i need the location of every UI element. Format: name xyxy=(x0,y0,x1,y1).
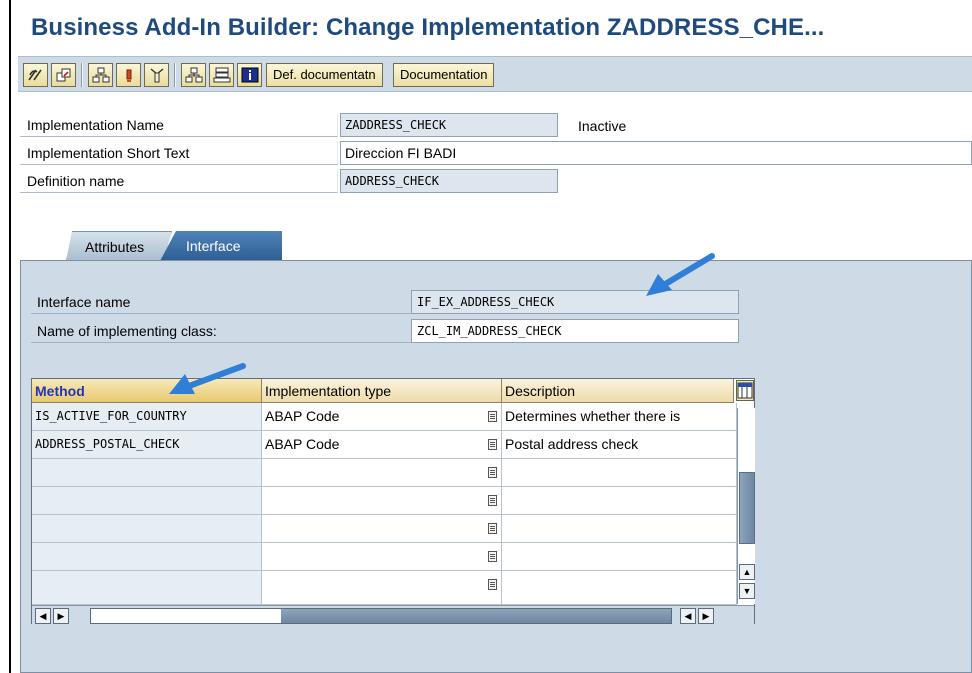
table-row-implementation-type[interactable] xyxy=(262,515,502,543)
tab-attributes[interactable]: Attributes xyxy=(66,231,172,261)
table-row-description[interactable]: Postal address check xyxy=(502,431,737,459)
scroll-left-icon[interactable]: ▶ xyxy=(53,608,69,624)
display-change-toggle-icon[interactable] xyxy=(23,63,48,87)
table-horizontal-scrollbar[interactable]: ◀ ▶ ◀ ▶ xyxy=(32,605,754,624)
hierarchy-icon[interactable] xyxy=(88,63,113,87)
table-row-implementation-type[interactable] xyxy=(262,459,502,487)
window-title: Business Add-In Builder: Change Implemen… xyxy=(31,14,825,41)
definition-name-row: Definition name ADDRESS_CHECK xyxy=(20,169,972,193)
table-row-description[interactable] xyxy=(502,515,737,543)
table-row-method[interactable]: IS_ACTIVE_FOR_COUNTRY xyxy=(32,403,262,431)
implementation-type-value: ABAP Code xyxy=(265,436,340,452)
implementing-class-field[interactable]: ZCL_IM_ADDRESS_CHECK xyxy=(411,319,739,343)
value-help-icon[interactable] xyxy=(488,495,497,506)
interface-name-label: Interface name xyxy=(31,290,411,314)
table-row-method[interactable]: ADDRESS_POSTAL_CHECK xyxy=(32,431,262,459)
value-help-icon[interactable] xyxy=(488,579,497,590)
scroll-up-icon[interactable]: ▲ xyxy=(739,564,755,580)
implementation-name-field[interactable]: ZADDRESS_CHECK xyxy=(340,113,558,137)
table-row-description[interactable] xyxy=(502,571,737,605)
table-layout-icon[interactable] xyxy=(736,380,754,401)
scroll-last-icon[interactable]: ▶ xyxy=(698,608,714,624)
implementation-name-row: Implementation Name ZADDRESS_CHECK Inact… xyxy=(20,113,972,137)
table-row-description[interactable] xyxy=(502,459,737,487)
scroll-right-icon[interactable]: ◀ xyxy=(680,608,696,624)
horizontal-scroll-thumb[interactable] xyxy=(281,609,671,623)
table-row-method[interactable] xyxy=(32,571,262,605)
deactivate-icon[interactable] xyxy=(144,63,169,87)
value-help-icon[interactable] xyxy=(488,439,497,450)
table-row-description[interactable] xyxy=(502,543,737,571)
implementation-status: Inactive xyxy=(578,118,627,134)
short-text-field[interactable]: Direccion FI BADI xyxy=(340,141,972,165)
where-used-icon[interactable] xyxy=(209,63,234,87)
table-row-implementation-type[interactable] xyxy=(262,571,502,605)
other-object-icon[interactable] xyxy=(51,63,76,87)
title-bar: Business Add-In Builder: Change Implemen… xyxy=(15,0,972,54)
value-help-icon[interactable] xyxy=(488,551,497,562)
value-help-icon[interactable] xyxy=(488,523,497,534)
application-toolbar: Def. documentatn Documentation xyxy=(18,56,972,92)
table-row-description[interactable]: Determines whether there is xyxy=(502,403,737,431)
table-row-description[interactable] xyxy=(502,487,737,515)
def-documentation-button[interactable]: Def. documentatn xyxy=(266,63,383,87)
object-list-icon[interactable] xyxy=(181,63,206,87)
table-row-method[interactable] xyxy=(32,459,262,487)
methods-table: Method Implementation type Description I… xyxy=(31,378,755,624)
table-row-implementation-type[interactable] xyxy=(262,543,502,571)
column-header-method[interactable]: Method xyxy=(32,379,262,403)
table-row-implementation-type[interactable] xyxy=(262,487,502,515)
table-row-method[interactable] xyxy=(32,487,262,515)
table-row-implementation-type[interactable]: ABAP Code xyxy=(262,403,502,431)
implementation-type-value: ABAP Code xyxy=(265,408,340,424)
table-row-method[interactable] xyxy=(32,543,262,571)
activate-icon[interactable] xyxy=(116,63,141,87)
scroll-down-icon[interactable]: ▼ xyxy=(739,583,755,599)
column-header-implementation-type[interactable]: Implementation type xyxy=(262,379,502,403)
table-vertical-scrollbar[interactable]: ▲ ▼ xyxy=(737,408,755,604)
short-text-row: Implementation Short Text Direccion FI B… xyxy=(20,141,972,165)
info-icon[interactable] xyxy=(237,63,262,87)
table-row-method[interactable] xyxy=(32,515,262,543)
short-text-label: Implementation Short Text xyxy=(20,141,338,165)
horizontal-scroll-track[interactable] xyxy=(90,608,672,624)
definition-name-field[interactable]: ADDRESS_CHECK xyxy=(340,169,558,193)
interface-name-field[interactable]: IF_EX_ADDRESS_CHECK xyxy=(411,290,739,314)
scroll-first-icon[interactable]: ◀ xyxy=(35,608,51,624)
definition-name-label: Definition name xyxy=(20,169,338,193)
implementation-name-label: Implementation Name xyxy=(20,113,338,137)
table-row-implementation-type[interactable]: ABAP Code xyxy=(262,431,502,459)
value-help-icon[interactable] xyxy=(488,467,497,478)
toolbar-separator xyxy=(81,63,83,87)
toolbar-separator xyxy=(174,63,176,87)
value-help-icon[interactable] xyxy=(488,411,497,422)
documentation-button[interactable]: Documentation xyxy=(393,63,495,87)
implementing-class-label: Name of implementing class: xyxy=(31,319,411,343)
tab-interface[interactable]: Interface xyxy=(160,231,282,261)
vertical-scroll-thumb[interactable] xyxy=(739,472,755,544)
column-header-description[interactable]: Description xyxy=(502,379,734,403)
